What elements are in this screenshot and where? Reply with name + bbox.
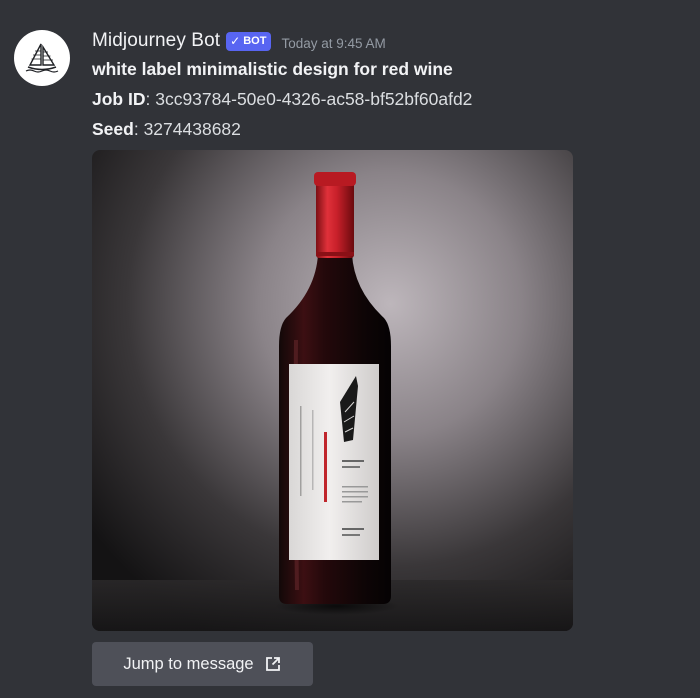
jump-button-label: Jump to message [123, 654, 254, 673]
check-icon: ✓ [230, 33, 241, 48]
seed-label: Seed [92, 119, 134, 139]
bot-badge: ✓ BOT [226, 31, 272, 51]
message-timestamp[interactable]: Today at 9:45 AM [281, 36, 385, 51]
job-id-line: Job ID: 3cc93784-50e0-4326-ac58-bf52bf60… [92, 89, 473, 109]
sailboat-icon [25, 43, 59, 73]
bot-badge-label: BOT [243, 34, 267, 47]
job-id-value: 3cc93784-50e0-4326-ac58-bf52bf60afd2 [155, 89, 473, 109]
message-header: Midjourney Bot ✓ BOT Today at 9:45 AM [92, 28, 700, 54]
image-attachment[interactable] [92, 150, 573, 631]
jump-to-message-button[interactable]: Jump to message [92, 642, 313, 686]
prompt-text: white label minimalistic design for red … [92, 59, 453, 79]
external-link-icon [264, 655, 282, 673]
chat-message: Midjourney Bot ✓ BOT Today at 9:45 AM wh… [0, 0, 700, 698]
author-name[interactable]: Midjourney Bot [92, 30, 220, 52]
seed-line: Seed: 3274438682 [92, 119, 241, 139]
avatar[interactable] [14, 30, 70, 86]
job-id-label: Job ID [92, 89, 146, 109]
message-content: Midjourney Bot ✓ BOT Today at 9:45 AM wh… [92, 28, 700, 686]
seed-value: 3274438682 [143, 119, 241, 139]
wine-bottle-image [92, 150, 573, 631]
